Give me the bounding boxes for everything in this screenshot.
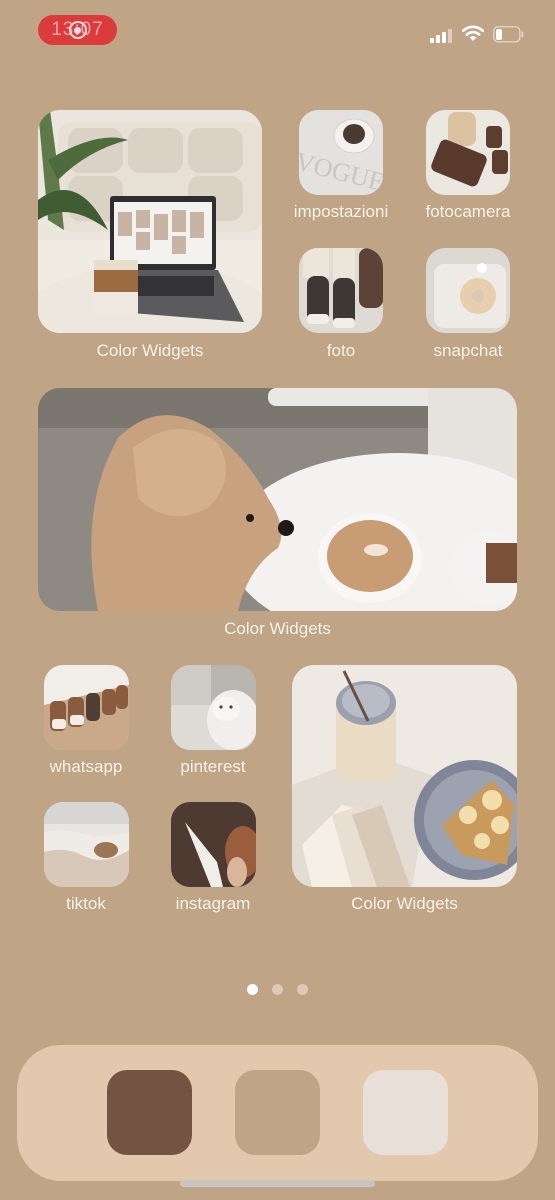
home-indicator[interactable] xyxy=(180,1180,375,1187)
app-foto[interactable] xyxy=(299,248,383,333)
white-cat-photo xyxy=(171,665,256,750)
color-widget-books[interactable] xyxy=(292,665,517,887)
laptop-coffee-photo xyxy=(38,110,262,333)
dock-app-brown[interactable] xyxy=(107,1070,192,1155)
color-widget-laptop[interactable] xyxy=(38,110,262,333)
wifi-icon xyxy=(461,25,485,41)
app-label: snapchat xyxy=(433,341,503,360)
sneakers-row-photo xyxy=(44,665,129,750)
poodle-latte-photo xyxy=(38,388,517,611)
screen-recording-icon xyxy=(68,21,87,39)
widget-label: Color Widgets xyxy=(96,341,204,360)
app-impostazioni[interactable]: VOGUE xyxy=(299,110,383,195)
app-label: tiktok xyxy=(66,894,106,913)
battery-icon xyxy=(493,26,524,43)
iced-coffee-phone-case-photo xyxy=(426,110,510,195)
app-instagram[interactable] xyxy=(171,802,256,887)
screen-recording-pill[interactable]: 13:07 xyxy=(38,15,117,45)
widget-label: Color Widgets xyxy=(351,894,458,913)
sneakers-photo xyxy=(299,248,383,333)
cellular-signal-icon xyxy=(430,28,452,43)
page-dot-1[interactable] xyxy=(247,984,258,995)
app-label: foto xyxy=(326,341,356,360)
widget-label: Color Widgets xyxy=(224,619,331,638)
app-whatsapp[interactable] xyxy=(44,665,129,750)
mason-jar-books-banana-toast-photo xyxy=(292,665,517,887)
angel-statue-photo xyxy=(171,802,256,887)
app-fotocamera[interactable] xyxy=(426,110,510,195)
espresso-vogue-photo: VOGUE xyxy=(299,110,383,195)
color-widget-poodle[interactable] xyxy=(38,388,517,611)
sea-waves-photo xyxy=(44,802,129,887)
dock-app-cream[interactable] xyxy=(363,1070,448,1155)
app-label: whatsapp xyxy=(49,757,123,776)
dock-app-tan[interactable] xyxy=(235,1070,320,1155)
app-tiktok[interactable] xyxy=(44,802,129,887)
app-label: instagram xyxy=(175,894,251,913)
app-label: pinterest xyxy=(180,757,246,776)
page-indicator[interactable] xyxy=(0,984,555,995)
app-pinterest[interactable] xyxy=(171,665,256,750)
donut-box-photo xyxy=(426,248,510,333)
page-dot-3[interactable] xyxy=(297,984,308,995)
app-label: impostazioni xyxy=(293,202,389,221)
page-dot-2[interactable] xyxy=(272,984,283,995)
app-label: fotocamera xyxy=(425,202,511,221)
app-snapchat[interactable] xyxy=(426,248,510,333)
